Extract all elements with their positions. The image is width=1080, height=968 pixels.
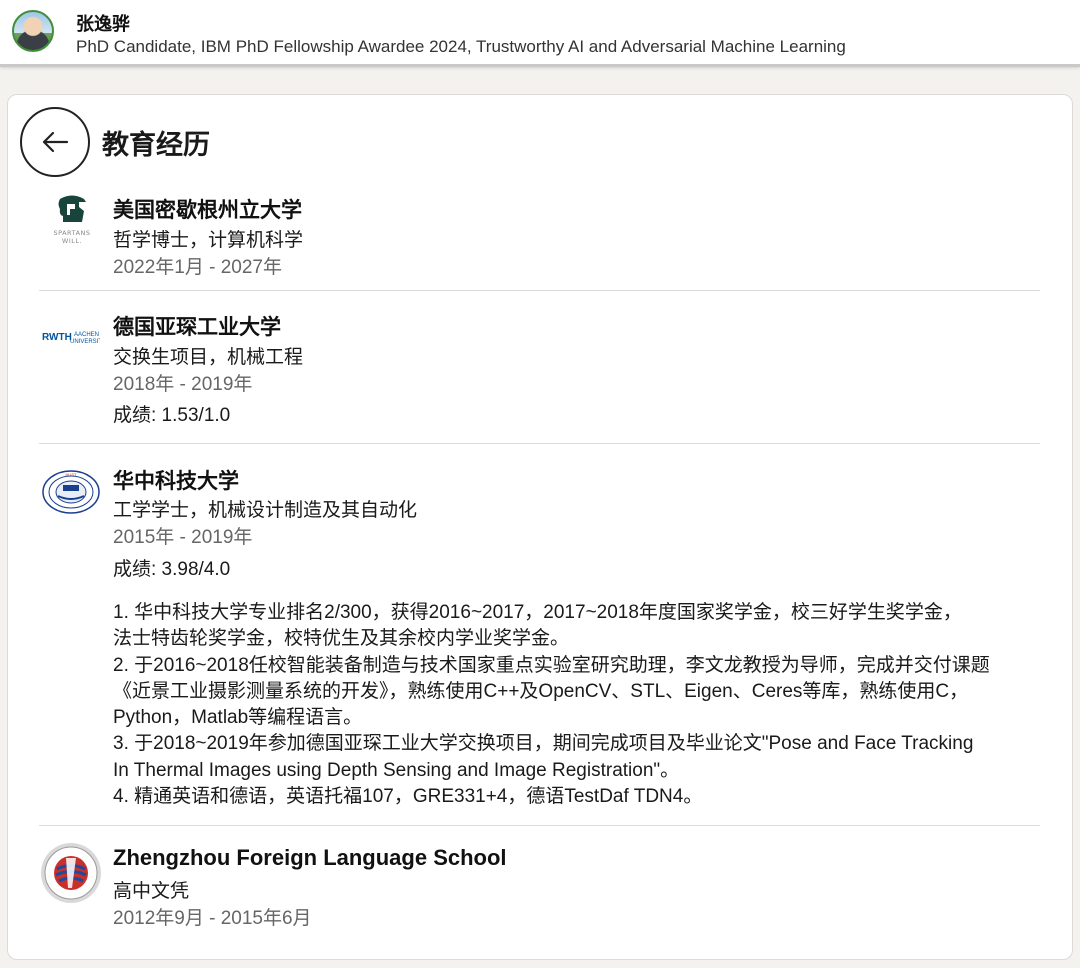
description-line: 3. 于2018~2019年参加德国亚琛工业大学交换项目，期间完成项目及毕业论文…: [113, 733, 974, 755]
description-line: Python，Matlab等编程语言。: [113, 707, 363, 729]
school-name-hust[interactable]: 华中科技大学: [113, 465, 239, 495]
description-line: 2. 于2016~2018任校智能装备制造与技术国家重点实验室研究助理，李文龙教…: [113, 654, 990, 676]
degree-msu: 哲学博士，计算机科学: [113, 230, 304, 251]
grade-rwth: 成绩: 1.53/1.0: [113, 405, 231, 426]
degree-hust: 工学学士，机械设计制造及其自动化: [113, 500, 418, 521]
dates-hust: 2015年 - 2019年: [113, 527, 253, 548]
school-name-msu[interactable]: 美国密歇根州立大学: [113, 194, 302, 224]
description-line: 《近景工业摄影测量系统的开发》，熟练使用C++及OpenCV、STL、Eigen…: [113, 680, 969, 702]
dates-zfls: 2012年9月 - 2015年6月: [113, 908, 312, 929]
description-line: 4. 精通英语和德语，英语托福107，GRE331+4，德语TestDaf TD…: [113, 786, 703, 808]
back-button[interactable]: [20, 107, 90, 177]
svg-text:SPARTANS: SPARTANS: [53, 229, 90, 237]
degree-rwth: 交换生项目，机械工程: [113, 347, 304, 368]
svg-text:AACHEN: AACHEN: [74, 332, 99, 338]
svg-text:UNIVERSITY: UNIVERSITY: [70, 339, 100, 345]
description-hust: 1. 华中科技大学专业排名2/300，获得2016~2017，2017~2018…: [113, 600, 1043, 810]
profile-name[interactable]: 张逸骅: [76, 10, 130, 36]
arrow-left-icon: [42, 131, 69, 153]
rwth-aachen-logo[interactable]: RWTH AACHEN UNIVERSITY: [42, 326, 106, 348]
msu-spartan-logo[interactable]: SPARTANS WILL.: [46, 193, 98, 249]
divider: [39, 290, 1040, 291]
svg-text:WILL.: WILL.: [62, 237, 82, 245]
description-line: 1. 华中科技大学专业排名2/300，获得2016~2017，2017~2018…: [113, 602, 962, 623]
description-line: In Thermal Images using Depth Sensing an…: [113, 759, 680, 781]
svg-text:HUST: HUST: [66, 472, 77, 477]
degree-zfls: 高中文凭: [113, 881, 190, 902]
dates-msu: 2022年1月 - 2027年: [113, 257, 282, 278]
profile-headline: PhD Candidate, IBM PhD Fellowship Awarde…: [76, 37, 846, 56]
description-line: 法士特齿轮奖学金，校特优生及其余校内学业奖学金。: [113, 628, 570, 650]
dates-rwth: 2018年 - 2019年: [113, 374, 253, 395]
page-title: 教育经历: [102, 130, 210, 160]
hust-seal-logo[interactable]: HUST: [41, 469, 101, 515]
school-name-rwth[interactable]: 德国亚琛工业大学: [113, 311, 281, 341]
svg-text:RWTH: RWTH: [42, 332, 72, 343]
zfls-logo[interactable]: [40, 842, 102, 904]
profile-avatar[interactable]: [12, 10, 54, 52]
divider: [39, 825, 1040, 826]
profile-header-bar: 张逸骅 PhD Candidate, IBM PhD Fellowship Aw…: [0, 0, 1080, 67]
divider: [39, 443, 1040, 444]
school-name-zfls[interactable]: Zhengzhou Foreign Language School: [113, 845, 507, 871]
grade-hust: 成绩: 3.98/4.0: [113, 559, 231, 580]
